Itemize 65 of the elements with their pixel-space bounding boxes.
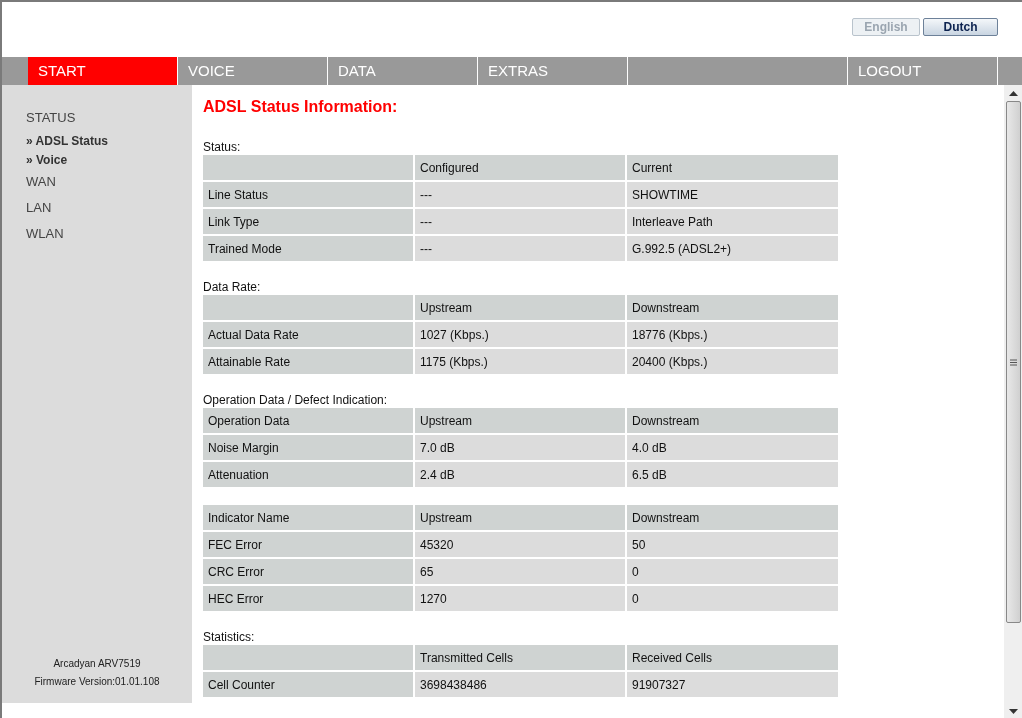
table-cell: --- bbox=[415, 182, 625, 207]
column-header: Configured bbox=[415, 155, 625, 180]
scrollbar-thumb[interactable] bbox=[1005, 101, 1021, 623]
column-header: Downstream bbox=[627, 408, 838, 433]
table-cell: --- bbox=[415, 209, 625, 234]
table-cell: 4.0 dB bbox=[627, 435, 838, 460]
table-cell: 18776 (Kbps.) bbox=[627, 322, 838, 347]
sidebar-subitem[interactable]: » ADSL Status bbox=[26, 131, 192, 150]
table-cell: Actual Data Rate bbox=[203, 322, 413, 347]
table-cell: Attenuation bbox=[203, 462, 413, 487]
column-header: Downstream bbox=[627, 295, 838, 320]
page-title: ADSL Status Information: bbox=[203, 97, 399, 117]
table-cell: FEC Error bbox=[203, 532, 413, 557]
column-header: Upstream bbox=[415, 295, 625, 320]
column-header: Operation Data bbox=[203, 408, 413, 433]
table-cell: --- bbox=[415, 236, 625, 261]
sidebar-subitem[interactable]: » Voice bbox=[26, 150, 192, 169]
language-button[interactable]: Dutch bbox=[923, 18, 998, 36]
table-cell: 0 bbox=[627, 559, 838, 584]
section-label: Statistics: bbox=[203, 629, 256, 645]
scrollbar[interactable] bbox=[1004, 85, 1022, 718]
table-cell: SHOWTIME bbox=[627, 182, 838, 207]
table-cell: Attainable Rate bbox=[203, 349, 413, 374]
table-cell: G.992.5 (ADSL2+) bbox=[627, 236, 838, 261]
section-label: Operation Data / Defect Indication: bbox=[203, 392, 389, 408]
device-info: Firmware Version:01.01.108 bbox=[34, 675, 160, 689]
column-header: Upstream bbox=[415, 505, 625, 530]
table-cell: 6.5 dB bbox=[627, 462, 838, 487]
column-header: Indicator Name bbox=[203, 505, 413, 530]
sidebar-item[interactable]: STATUS bbox=[26, 105, 192, 131]
scroll-up-icon[interactable] bbox=[1008, 91, 1018, 97]
table-cell: 91907327 bbox=[627, 672, 838, 697]
table-cell: Link Type bbox=[203, 209, 413, 234]
table-cell: 2.4 dB bbox=[415, 462, 625, 487]
scroll-down-icon[interactable] bbox=[1008, 708, 1018, 714]
table-cell: 3698438486 bbox=[415, 672, 625, 697]
table-cell: Interleave Path bbox=[627, 209, 838, 234]
table-cell: 0 bbox=[627, 586, 838, 611]
table-cell: 1027 (Kbps.) bbox=[415, 322, 625, 347]
grip-icon bbox=[1009, 358, 1017, 366]
column-header: Current bbox=[627, 155, 838, 180]
column-header: Transmitted Cells bbox=[415, 645, 625, 670]
table-cell: CRC Error bbox=[203, 559, 413, 584]
nav-tab[interactable]: START bbox=[28, 57, 178, 85]
section-label: Status: bbox=[203, 139, 242, 155]
column-header: Received Cells bbox=[627, 645, 838, 670]
table-cell: Line Status bbox=[203, 182, 413, 207]
device-info: Arcadyan ARV7519 bbox=[53, 657, 141, 671]
table-cell: Trained Mode bbox=[203, 236, 413, 261]
table-cell: 50 bbox=[627, 532, 838, 557]
table-cell: 65 bbox=[415, 559, 625, 584]
table-cell: 45320 bbox=[415, 532, 625, 557]
table-cell: 7.0 dB bbox=[415, 435, 625, 460]
table-cell: 20400 (Kbps.) bbox=[627, 349, 838, 374]
section-label: Data Rate: bbox=[203, 279, 262, 295]
sidebar-item[interactable]: WAN bbox=[26, 169, 192, 195]
table-cell: 1175 (Kbps.) bbox=[415, 349, 625, 374]
sidebar-item[interactable]: WLAN bbox=[26, 221, 192, 247]
table-cell: HEC Error bbox=[203, 586, 413, 611]
sidebar-item[interactable]: LAN bbox=[26, 195, 192, 221]
column-header: Downstream bbox=[627, 505, 838, 530]
table-cell: Noise Margin bbox=[203, 435, 413, 460]
column-header: Upstream bbox=[415, 408, 625, 433]
table-cell: Cell Counter bbox=[203, 672, 413, 697]
table-cell: 1270 bbox=[415, 586, 625, 611]
